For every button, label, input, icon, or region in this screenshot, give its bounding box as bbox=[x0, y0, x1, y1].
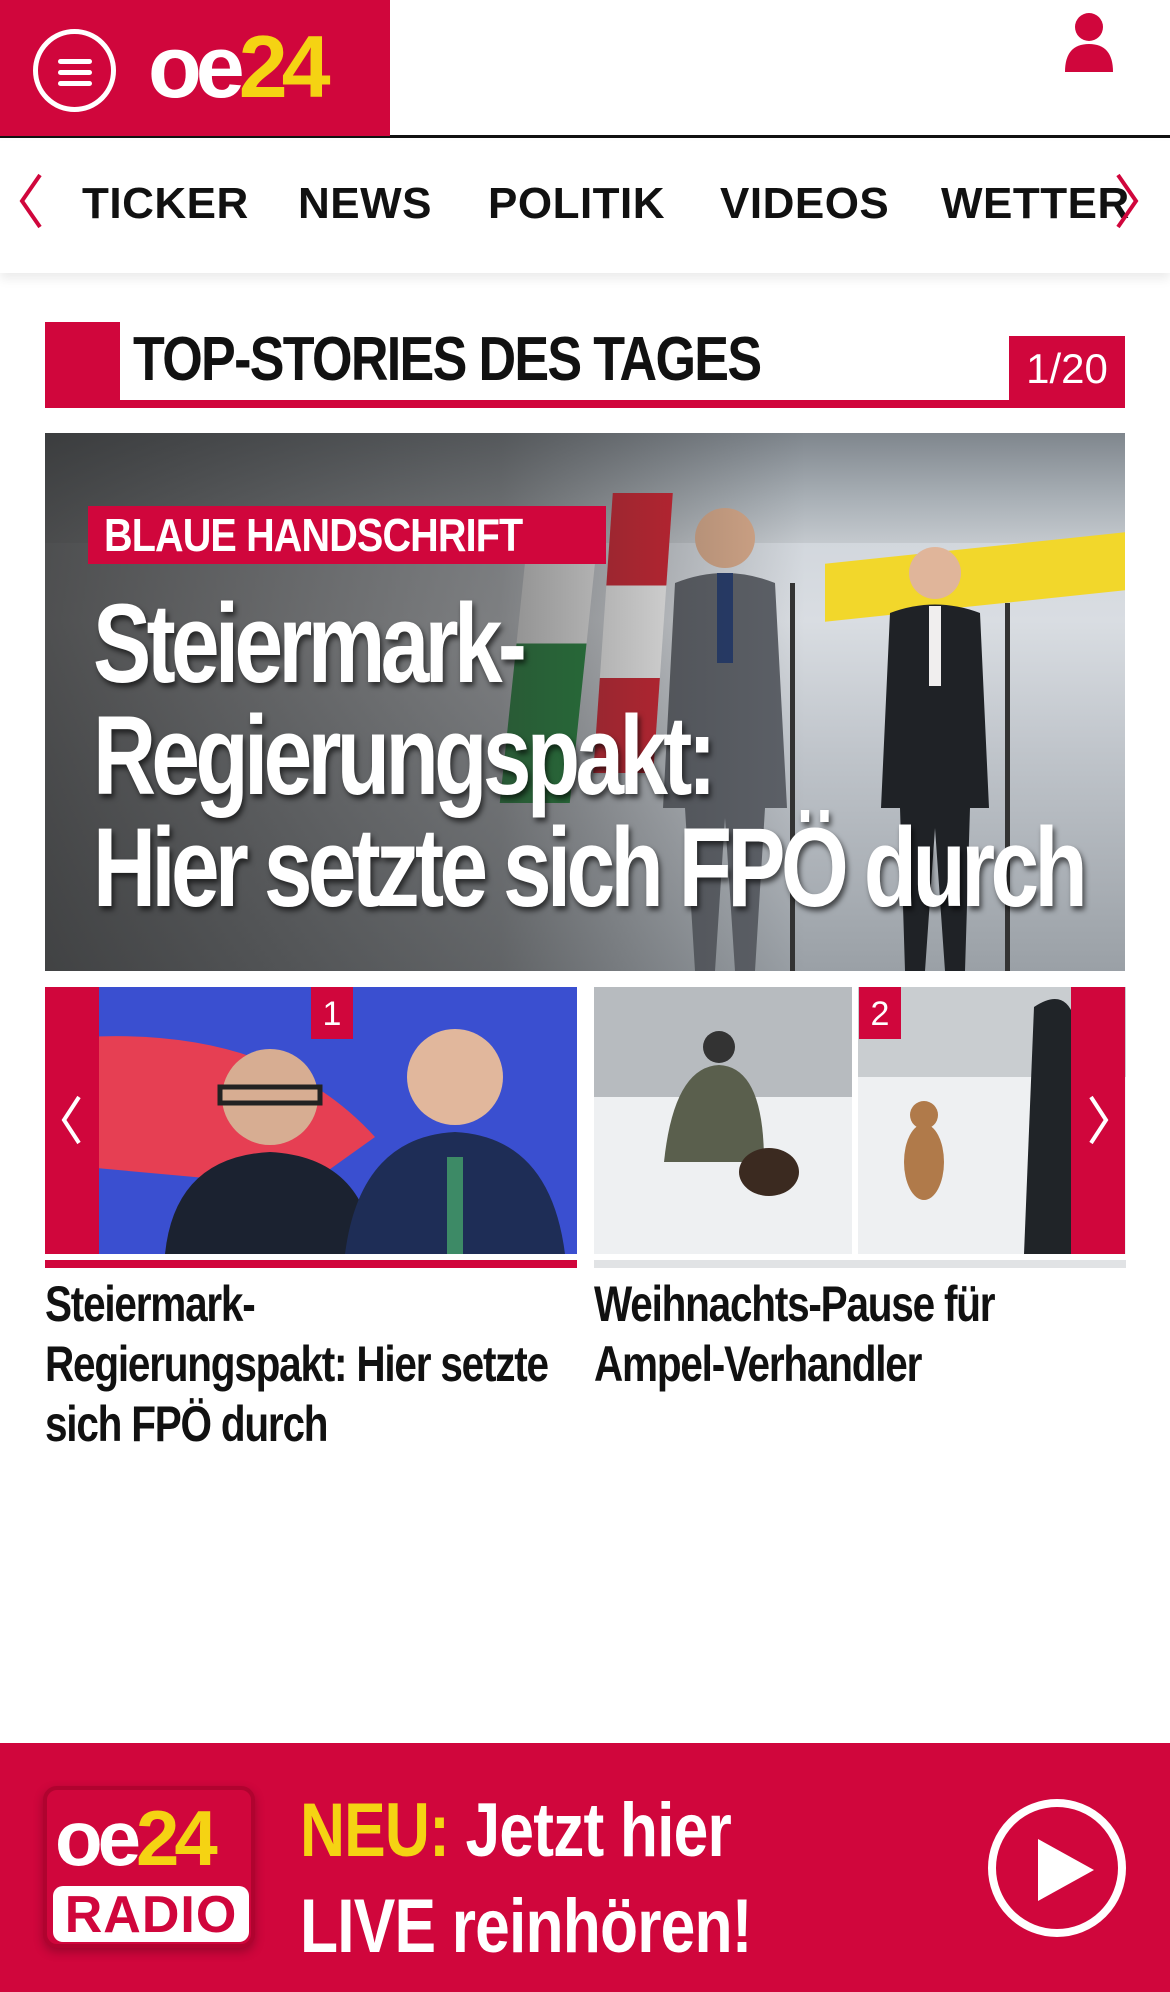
story-card-image: 1 bbox=[45, 987, 577, 1254]
hero-kicker: BLAUE HANDSCHRIFT bbox=[88, 506, 607, 564]
story-card[interactable]: 2 Weihnachts-Pause für Ampel-Verhandler bbox=[594, 987, 1126, 1394]
nav-item-news[interactable]: NEWS bbox=[298, 179, 432, 229]
hamburger-icon[interactable] bbox=[33, 29, 116, 112]
story-carousel: 1 Steiermark- Regierungspakt: Hier setzt… bbox=[45, 987, 1126, 1457]
nav-item-wetter[interactable]: WETTER bbox=[941, 179, 1130, 229]
nav-left-chevron-icon[interactable] bbox=[16, 171, 46, 231]
nav-right-chevron-icon[interactable] bbox=[1112, 171, 1142, 231]
nav-item-videos[interactable]: VIDEOS bbox=[720, 179, 889, 229]
chevron-left-icon bbox=[61, 1095, 81, 1145]
story-card-title[interactable]: Steiermark- Regierungspakt: Hier setzte … bbox=[45, 1274, 572, 1454]
story-card-image: 2 bbox=[594, 987, 1126, 1254]
user-icon[interactable] bbox=[1063, 12, 1115, 72]
play-icon bbox=[1038, 1839, 1094, 1901]
site-header: oe24 bbox=[0, 0, 1170, 138]
hero-headline[interactable]: Steiermark- Regierungspakt: Hier setzte … bbox=[93, 588, 1088, 924]
nav-item-ticker[interactable]: TICKER bbox=[82, 179, 249, 229]
nav-item-politik[interactable]: POLITIK bbox=[488, 179, 665, 229]
story-rank-badge: 1 bbox=[311, 987, 353, 1039]
hero-story[interactable]: BLAUE HANDSCHRIFT Steiermark- Regierungs… bbox=[45, 433, 1125, 971]
radio-banner[interactable]: oe24 RADIO NEU: Jetzt hier LIVE reinhöre… bbox=[0, 1743, 1170, 1992]
radio-cta-text[interactable]: NEU: Jetzt hier LIVE reinhören! bbox=[300, 1783, 874, 1975]
story-rank-badge: 2 bbox=[859, 987, 901, 1039]
top-stories-header: TOP-STORIES DES TAGES 1/20 bbox=[45, 322, 1125, 408]
brand-block: oe24 bbox=[0, 0, 390, 136]
category-nav: TICKER NEWS POLITIK VIDEOS WETTER bbox=[0, 141, 1170, 273]
carousel-next-button[interactable] bbox=[1071, 987, 1125, 1254]
chevron-right-icon bbox=[1089, 1095, 1109, 1145]
oe24-logo[interactable]: oe24 bbox=[148, 22, 331, 112]
story-card-title[interactable]: Weihnachts-Pause für Ampel-Verhandler bbox=[594, 1274, 1121, 1394]
slide-counter: 1/20 bbox=[1009, 336, 1125, 400]
play-button[interactable] bbox=[988, 1799, 1126, 1937]
story-card[interactable]: 1 Steiermark- Regierungspakt: Hier setzt… bbox=[45, 987, 577, 1454]
oe24-radio-logo: oe24 RADIO bbox=[43, 1786, 255, 1948]
section-title: TOP-STORIES DES TAGES bbox=[133, 325, 762, 394]
carousel-prev-button[interactable] bbox=[45, 987, 99, 1254]
